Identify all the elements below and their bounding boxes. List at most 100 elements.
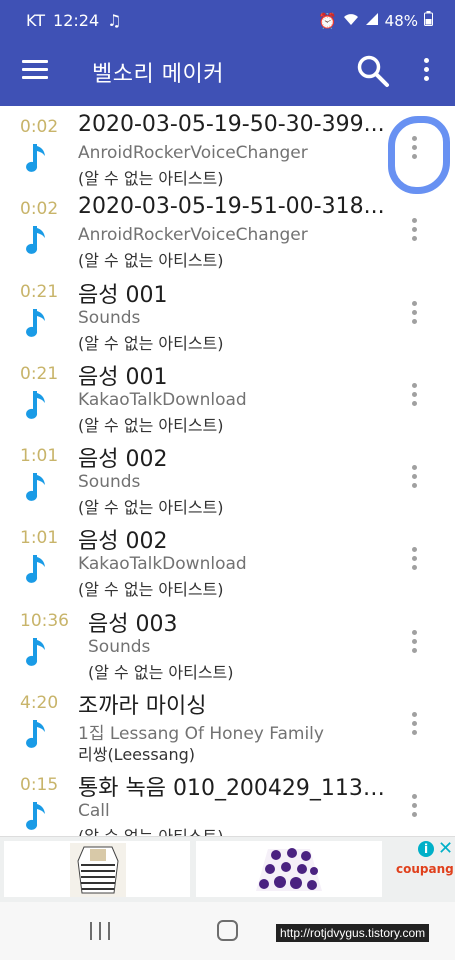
song-album: Sounds (78, 307, 141, 328)
skirt-image (256, 848, 322, 891)
music-status-icon: ♫ (107, 11, 122, 30)
status-left: KT 12:24 ♫ (26, 11, 121, 30)
app-title: 벨소리 메이커 (92, 62, 224, 87)
home-button[interactable] (217, 920, 238, 941)
song-artist: (알 수 없는 아티스트) (88, 662, 234, 682)
recents-icon (90, 922, 92, 940)
song-artist: (알 수 없는 아티스트) (78, 333, 224, 353)
song-title: 음성 003 (88, 611, 178, 637)
song-artist: (알 수 없는 아티스트) (78, 415, 224, 435)
carrier-label: KT (26, 11, 46, 30)
song-options-button[interactable] (406, 547, 422, 573)
song-options-button[interactable] (406, 629, 422, 656)
song-row[interactable]: 0:21 음성 001 Sounds (알 수 없는 아티스트) (0, 271, 455, 353)
song-album: Call (78, 801, 110, 822)
ad-brand-label[interactable]: coupang (396, 862, 454, 876)
song-album: KakaoTalkDownload (78, 389, 247, 410)
song-album: Sounds (88, 636, 151, 657)
song-artist: (알 수 없는 아티스트) (78, 251, 224, 271)
song-duration: 0:02 (20, 117, 59, 137)
music-note-icon (26, 555, 45, 584)
song-duration: 4:20 (20, 693, 59, 714)
song-list: 0:02 2020-03-05-19-50-30-399... AnroidRo… (0, 106, 455, 836)
more-vert-icon (411, 382, 417, 388)
song-options-button[interactable] (406, 794, 422, 820)
status-right: ⏰ 48% (318, 11, 433, 30)
alarm-icon: ⏰ (317, 11, 337, 30)
music-note-icon (26, 637, 45, 666)
song-row[interactable]: 0:21 음성 001 KakaoTalkDownload (알 수 없는 아티… (0, 353, 455, 435)
song-title: 음성 001 (78, 364, 168, 390)
recents-button[interactable] (90, 922, 110, 940)
song-duration: 0:21 (20, 281, 59, 302)
battery-level: 48% (384, 11, 418, 30)
overflow-menu-button[interactable] (418, 58, 434, 86)
more-vert-icon (411, 136, 417, 141)
song-title: 음성 001 (78, 282, 168, 308)
ad-close-icon[interactable]: ✕ (438, 838, 453, 859)
song-options-button[interactable] (406, 382, 422, 409)
ad-product-clothing[interactable] (4, 841, 190, 897)
song-album: AnroidRockerVoiceChanger (78, 225, 308, 246)
song-album: Sounds (78, 472, 141, 493)
signal-icon (365, 12, 379, 30)
song-row[interactable]: 0:02 2020-03-05-19-50-30-399... AnroidRo… (0, 106, 455, 188)
song-duration: 1:01 (20, 528, 59, 549)
wifi-icon (343, 12, 359, 30)
status-bar: KT 12:24 ♫ ⏰ 48% (0, 0, 455, 36)
hamburger-icon (22, 60, 48, 63)
ad-banner[interactable]: i ✕ coupang (0, 836, 455, 902)
song-duration: 10:36 (20, 610, 69, 631)
song-options-button[interactable] (406, 465, 422, 491)
ad-product-skirt[interactable] (196, 841, 382, 897)
song-artist: (알 수 없는 아티스트) (78, 823, 224, 836)
song-title: 음성 002 (78, 529, 168, 555)
music-note-icon (26, 226, 45, 255)
song-row[interactable]: 0:15 통화 녹음 010_200429_1130... Call (알 수 … (0, 764, 455, 836)
song-artist: (알 수 없는 아티스트) (78, 580, 224, 600)
song-row[interactable]: 1:01 음성 002 KakaoTalkDownload (알 수 없는 아티… (0, 517, 455, 599)
system-nav-bar: http://rotjdvygus.tistory.com (0, 902, 455, 960)
more-vert-icon (411, 712, 417, 718)
song-row[interactable]: 4:20 조까라 마이싱 1집 Lessang Of Honey Family … (0, 682, 455, 764)
song-options-button[interactable] (406, 218, 422, 244)
song-artist: 리쌍(Leessang) (78, 745, 196, 765)
clock: 12:24 (53, 11, 100, 30)
song-row[interactable]: 1:01 음성 002 Sounds (알 수 없는 아티스트) (0, 435, 455, 517)
search-icon (357, 55, 389, 87)
song-album: AnroidRockerVoiceChanger (78, 143, 308, 163)
song-artist: (알 수 없는 아티스트) (78, 498, 224, 518)
song-duration: 0:02 (20, 199, 59, 220)
more-vert-icon (411, 300, 417, 306)
more-vert-icon (411, 794, 417, 800)
ad-info-icon[interactable]: i (418, 841, 434, 857)
song-options-button[interactable] (406, 712, 422, 738)
clothing-image (70, 843, 126, 897)
song-duration: 0:15 (20, 775, 59, 796)
song-title: 음성 002 (78, 447, 168, 473)
music-note-icon (26, 473, 45, 502)
more-vert-icon (411, 629, 417, 635)
song-row[interactable]: 0:02 2020-03-05-19-51-00-318... AnroidRo… (0, 188, 455, 270)
more-vert-icon (411, 547, 417, 553)
song-artist: (알 수 없는 아티스트) (78, 169, 224, 188)
battery-icon (424, 11, 433, 30)
song-title: 2020-03-05-19-51-00-318... (78, 194, 385, 220)
music-note-icon (26, 720, 45, 748)
song-row[interactable]: 10:36 음성 003 Sounds (알 수 없는 아티스트) (0, 600, 455, 682)
search-button[interactable] (356, 54, 390, 88)
music-note-icon (26, 308, 45, 337)
song-title: 통화 녹음 010_200429_1130... (78, 776, 390, 802)
app-bar: 벨소리 메이커 (0, 36, 455, 106)
song-title: 조까라 마이싱 (78, 694, 207, 720)
more-vert-icon (411, 465, 417, 471)
menu-button[interactable] (22, 60, 48, 80)
music-note-icon (26, 802, 45, 831)
song-options-button[interactable] (406, 300, 422, 327)
more-vert-icon (423, 58, 429, 63)
song-options-button[interactable] (406, 136, 422, 162)
song-duration: 1:01 (20, 446, 59, 467)
song-title: 2020-03-05-19-50-30-399... (78, 112, 385, 137)
watermark-label: http://rotjdvygus.tistory.com (276, 924, 430, 942)
song-album: KakaoTalkDownload (78, 554, 247, 575)
